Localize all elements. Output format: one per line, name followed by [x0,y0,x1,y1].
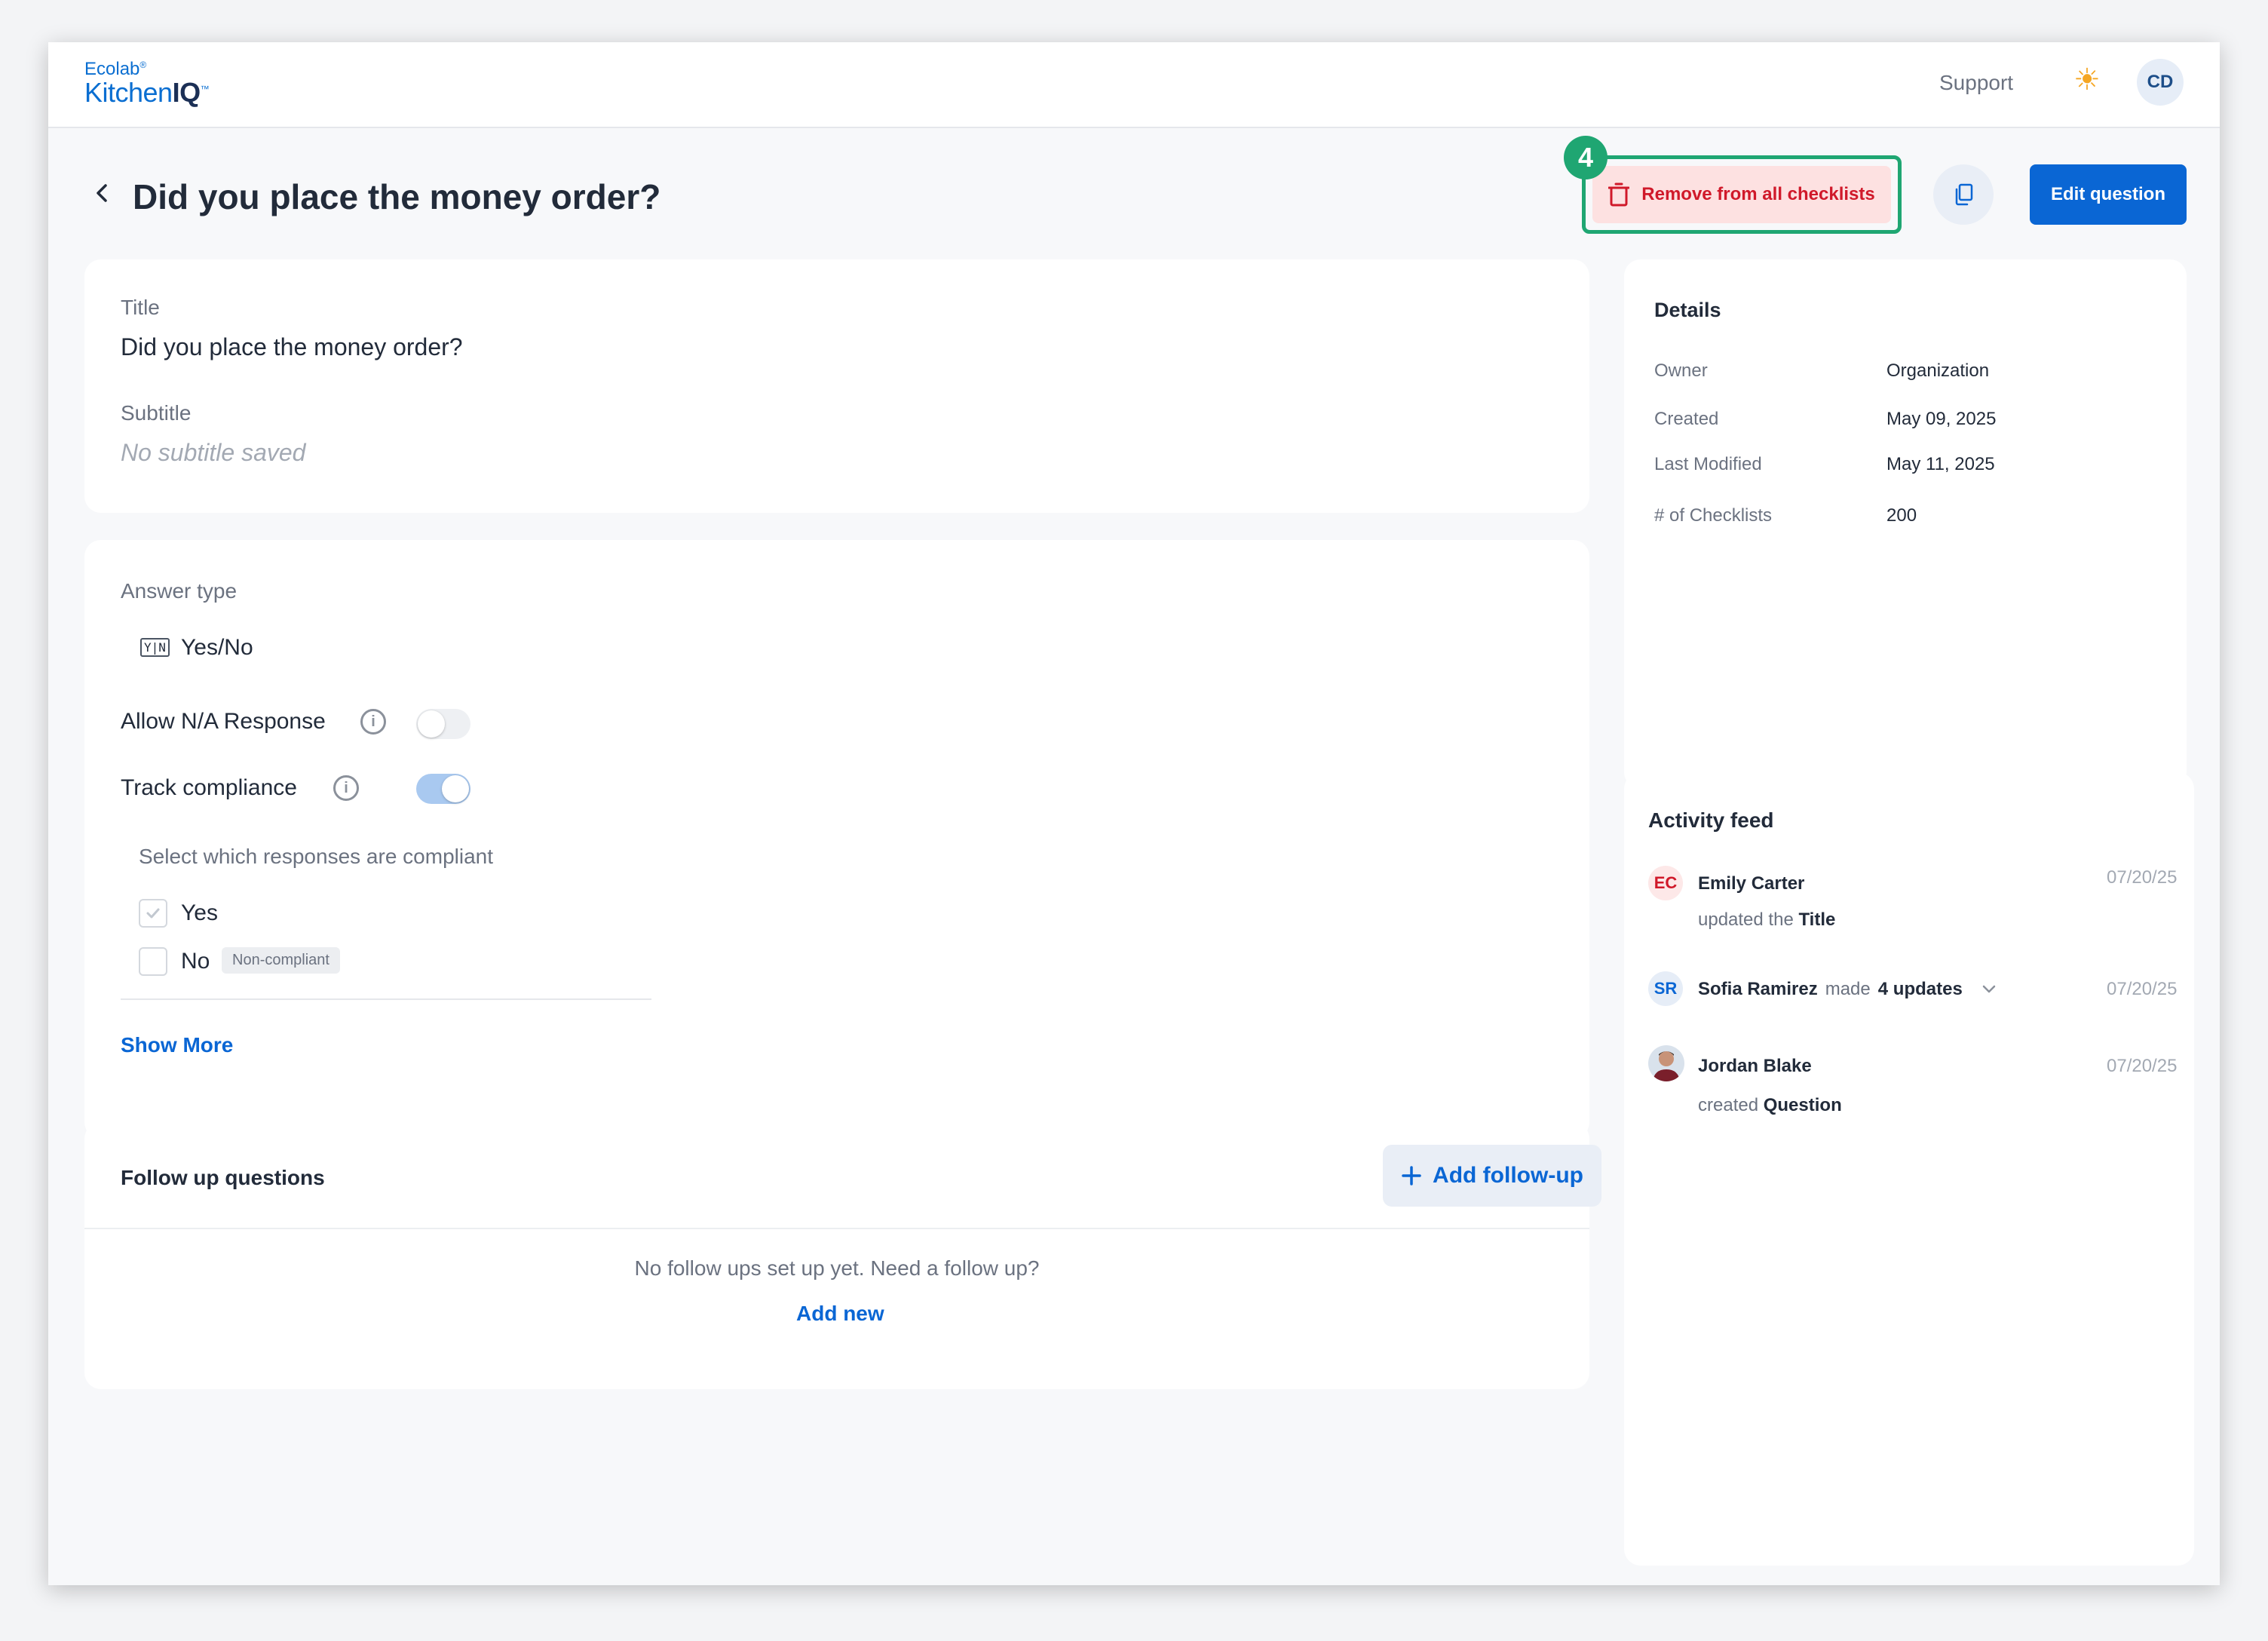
plus-icon [1402,1166,1421,1186]
divider [121,998,651,1000]
activity-feed-heading: Activity feed [1648,808,1774,832]
check-icon [146,908,160,919]
remove-from-all-checklists-button[interactable]: Remove from all checklists [1592,166,1891,223]
app-window: Ecolab® KitchenIQ™ Support ☀ CD Did you … [48,42,2220,1585]
details-heading: Details [1654,299,1721,321]
title-label: Title [121,296,160,319]
copy-icon [1955,183,1973,206]
support-link[interactable]: Support [1939,71,2013,95]
feed-date: 07/20/25 [2107,979,2178,999]
add-new-link[interactable]: Add new [796,1302,884,1326]
toggle-knob [418,710,445,738]
subtitle-value: No subtitle saved [121,439,306,466]
yes-checkbox[interactable] [139,899,167,928]
empty-state-text: No follow ups set up yet. Need a follow … [634,1256,1040,1280]
yes-no-icon: Y|N [140,638,170,657]
no-checkbox[interactable] [139,947,167,976]
feed-action: updated the Title [1698,909,1836,930]
avatar: SR [1648,971,1683,1006]
add-follow-up-button[interactable]: Add follow-up [1383,1145,1601,1207]
user-avatar[interactable]: CD [2137,59,2184,106]
detail-value-last-modified: May 11, 2025 [1886,454,1995,474]
info-icon[interactable]: i [333,775,359,801]
feed-date: 07/20/25 [2107,867,2178,888]
detail-key-created: Created [1654,409,1719,429]
remove-button-label: Remove from all checklists [1641,184,1875,204]
duplicate-button[interactable] [1933,164,1994,225]
question-info-card: Title Did you place the money order? Sub… [84,259,1589,513]
sun-icon[interactable]: ☀ [2073,65,2101,95]
allow-na-toggle[interactable] [416,709,470,739]
detail-value-created: May 09, 2025 [1886,409,1997,429]
detail-value-owner: Organization [1886,360,1990,381]
track-compliance-label: Track compliance [121,775,297,800]
title-value: Did you place the money order? [121,333,463,360]
subtitle-label: Subtitle [121,401,192,425]
non-compliant-tag: Non-compliant [222,947,340,974]
page-title: Did you place the money order? [133,177,661,216]
option-yes-label: Yes [181,900,218,925]
detail-key-last-modified: Last Modified [1654,454,1762,474]
feed-made-text: made [1825,979,1871,999]
avatar [1648,1045,1684,1081]
avatar: EC [1648,866,1683,900]
allow-na-label: Allow N/A Response [121,709,326,734]
feed-user-name: Emily Carter [1698,873,1805,894]
feed-summary: Sofia Ramirez made 4 updates [1698,979,1997,1000]
trash-icon [1608,183,1630,207]
track-compliance-toggle[interactable] [416,774,470,804]
chevron-left-icon[interactable] [95,184,110,202]
feed-date: 07/20/25 [2107,1056,2178,1076]
brand-logo-kitcheniq[interactable]: KitchenIQ™ [84,77,210,109]
add-follow-up-label: Add follow-up [1433,1163,1583,1188]
feed-action: created Question [1698,1095,1842,1115]
info-icon[interactable]: i [360,709,386,735]
edit-question-button[interactable]: Edit question [2030,164,2187,225]
option-no-label: No [181,949,210,974]
follow-up-card: Follow up questions Add follow-up No fol… [84,1122,1601,1389]
detail-key-checklists: # of Checklists [1654,505,1773,526]
feed-user-name: Sofia Ramirez [1698,979,1818,999]
divider [84,1228,1589,1229]
activity-feed-card: Activity feed EC Emily Carter updated th… [1624,772,2194,1566]
toggle-knob [442,775,469,802]
show-more-link[interactable]: Show More [121,1033,233,1057]
compliant-prompt: Select which responses are compliant [139,845,494,868]
user-photo-icon [1653,1051,1680,1081]
feed-update-count: 4 updates [1877,979,1963,999]
answer-type-label: Answer type [121,579,238,603]
details-card: Details Owner Organization Created May 0… [1624,259,2187,789]
chevron-down-icon[interactable] [1981,984,1997,995]
step-badge: 4 [1564,136,1608,179]
top-bar: Ecolab® KitchenIQ™ Support ☀ CD [48,42,2220,128]
follow-up-heading: Follow up questions [121,1166,325,1189]
detail-key-owner: Owner [1654,360,1708,381]
detail-value-checklists: 200 [1886,505,1917,526]
answer-settings-card: Answer type Y|N Yes/No Allow N/A Respons… [84,540,1589,1139]
answer-type-value: Yes/No [181,635,253,660]
feed-user-name: Jordan Blake [1698,1056,1812,1076]
